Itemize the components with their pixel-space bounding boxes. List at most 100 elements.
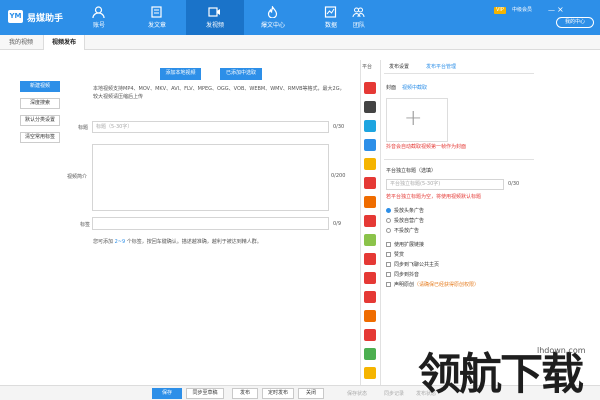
check-feiliao[interactable]: 同步到飞聊公共主页 bbox=[386, 261, 439, 268]
deep-search-button[interactable]: 深度搜索 bbox=[20, 98, 60, 109]
tag-label: 标签 bbox=[80, 222, 91, 228]
platform-icon[interactable] bbox=[364, 215, 376, 227]
platform-title-counter: 0/30 bbox=[508, 181, 520, 187]
tag-hint-post: 个标签，按回车键确认。描述越准确，越利于被达到精人群。 bbox=[125, 239, 262, 245]
platform-icon[interactable] bbox=[364, 234, 376, 246]
nav-hot[interactable]: 爆文中心 bbox=[244, 0, 302, 35]
tab-bar bbox=[0, 35, 600, 50]
tag-hint-range: 2~9 bbox=[114, 239, 126, 245]
select-from-added-button[interactable]: 已添加中选取 bbox=[220, 68, 262, 80]
nav-team[interactable]: 团队 bbox=[330, 0, 388, 35]
platform-icon[interactable] bbox=[364, 310, 376, 322]
nav-label: 账号 bbox=[92, 22, 105, 29]
platform-icon[interactable] bbox=[364, 196, 376, 208]
user-level[interactable]: 中级会员 bbox=[512, 6, 532, 13]
format-description: 本地视频支持MP4、MOV、MKV、AVI、FLV、MPEG、OGG、VOB、W… bbox=[93, 86, 345, 100]
platform-icon[interactable] bbox=[364, 291, 376, 303]
app-title: 易媒助手 bbox=[27, 14, 64, 24]
check-extension-link[interactable]: 使用扩展链接 bbox=[386, 241, 424, 248]
app-window: YM 易媒助手 账号 发文章 发视频 爆文中心 数据 团队 VIP 中级会员 —… bbox=[0, 0, 600, 400]
app-logo: YM bbox=[8, 10, 23, 23]
nav-label: 发文章 bbox=[147, 22, 166, 29]
tab-platform-manage[interactable]: 发布平台管理 bbox=[426, 63, 456, 70]
plus-icon: + bbox=[404, 106, 423, 131]
checkbox-icon bbox=[386, 282, 391, 287]
my-center-button[interactable]: 我的中心 bbox=[556, 17, 594, 28]
intro-textarea[interactable] bbox=[92, 144, 329, 211]
publish-button[interactable]: 发布 bbox=[232, 388, 258, 399]
platform-title: 平台 bbox=[362, 64, 373, 70]
fire-icon bbox=[267, 6, 278, 18]
add-local-video-button[interactable]: 添加本地视频 bbox=[160, 68, 201, 80]
article-icon bbox=[151, 6, 162, 18]
tab-publish-settings[interactable]: 发布设置 bbox=[389, 63, 409, 70]
platform-icon[interactable] bbox=[364, 158, 376, 170]
tab-video-publish[interactable]: 视频发布 bbox=[43, 35, 85, 50]
clear-tags-button[interactable]: 清空常用标签 bbox=[20, 132, 60, 143]
platform-icon[interactable] bbox=[364, 329, 376, 341]
default-category-button[interactable]: 默认分类设置 bbox=[20, 115, 60, 126]
radio-no-ads[interactable]: 不投放广告 bbox=[386, 227, 419, 234]
team-icon bbox=[352, 7, 365, 18]
platform-title-input[interactable]: 平台独立标题(5-30字) bbox=[386, 179, 504, 190]
title-label: 标题 bbox=[78, 125, 89, 131]
video-icon bbox=[208, 7, 220, 17]
nav-label: 团队 bbox=[352, 22, 365, 29]
sync-draft-button[interactable]: 同步至草稿 bbox=[186, 388, 224, 399]
platform-title-label: 平台独立标题（选填） bbox=[386, 168, 437, 174]
close-button[interactable]: 关闭 bbox=[298, 388, 324, 399]
minimize-button[interactable]: — bbox=[548, 6, 555, 14]
checkbox-icon bbox=[386, 252, 391, 257]
nav-label: 发视频 bbox=[205, 22, 224, 29]
account-icon bbox=[92, 6, 105, 18]
save-button[interactable]: 保存 bbox=[152, 388, 182, 399]
platform-icon[interactable] bbox=[364, 272, 376, 284]
scheduled-publish-button[interactable]: 定时发布 bbox=[262, 388, 294, 399]
tag-input[interactable] bbox=[92, 217, 329, 230]
platform-icon[interactable] bbox=[364, 101, 376, 113]
tag-counter: 0/9 bbox=[333, 221, 342, 227]
capture-from-video-link[interactable]: 视频中截取 bbox=[402, 84, 427, 91]
tab-my-videos[interactable]: 我的视频 bbox=[3, 35, 39, 50]
radio-label: 投放头条广告 bbox=[394, 208, 425, 214]
watermark-url: lhdown.com bbox=[537, 346, 586, 355]
declare-note: （请确保已经获得原创权限） bbox=[414, 282, 480, 288]
radio-label: 不投放广告 bbox=[394, 228, 420, 234]
platform-icon[interactable] bbox=[364, 120, 376, 132]
check-label: 同步到飞聊公共主页 bbox=[394, 262, 440, 268]
cover-warning: 抖音会自动截取视频第一帧作为封面 bbox=[386, 144, 467, 150]
close-window-button[interactable]: × bbox=[557, 5, 564, 14]
check-douyin[interactable]: 同步到抖音 bbox=[386, 271, 419, 278]
intro-label: 视频简介 bbox=[67, 174, 88, 180]
vip-badge: VIP bbox=[494, 7, 506, 14]
tag-hint-pre: 您可添加 bbox=[93, 239, 115, 245]
platform-title-warning: 若平台独立标题为空，将使用视频默认标题 bbox=[386, 194, 482, 200]
save-status: 保存状态 bbox=[347, 391, 368, 397]
radio-icon bbox=[386, 228, 391, 233]
new-video-button[interactable]: 新建视频 bbox=[20, 81, 60, 92]
checkbox-icon bbox=[386, 272, 391, 277]
radio-label: 投放自营广告 bbox=[394, 218, 425, 224]
radio-self-ads[interactable]: 投放自营广告 bbox=[386, 217, 424, 224]
nav-article[interactable]: 发文章 bbox=[128, 0, 186, 35]
sync-record: 同步记录 bbox=[384, 391, 405, 397]
checkbox-icon bbox=[386, 262, 391, 267]
title-input[interactable]: 标题（5-30字） bbox=[92, 121, 329, 133]
check-label: 声明原创 bbox=[394, 282, 415, 288]
check-declare-original[interactable]: 声明原创（请确保已经获得原创权限） bbox=[386, 281, 479, 288]
nav-video[interactable]: 发视频 bbox=[186, 0, 244, 35]
platform-icon[interactable] bbox=[364, 253, 376, 265]
check-appreciate[interactable]: 赞赏 bbox=[386, 251, 404, 258]
divider bbox=[384, 159, 534, 160]
platform-icon[interactable] bbox=[364, 348, 376, 360]
platform-icon[interactable] bbox=[364, 177, 376, 189]
check-label: 赞赏 bbox=[394, 252, 405, 258]
platform-icon[interactable] bbox=[364, 367, 376, 379]
nav-account[interactable]: 账号 bbox=[70, 0, 128, 35]
title-counter: 0/30 bbox=[333, 124, 345, 130]
platform-icon[interactable] bbox=[364, 139, 376, 151]
radio-toutiao-ads[interactable]: 投放头条广告 bbox=[386, 207, 424, 214]
platform-icon[interactable] bbox=[364, 82, 376, 94]
checkbox-icon bbox=[386, 242, 391, 247]
radio-selected-icon bbox=[386, 208, 391, 213]
